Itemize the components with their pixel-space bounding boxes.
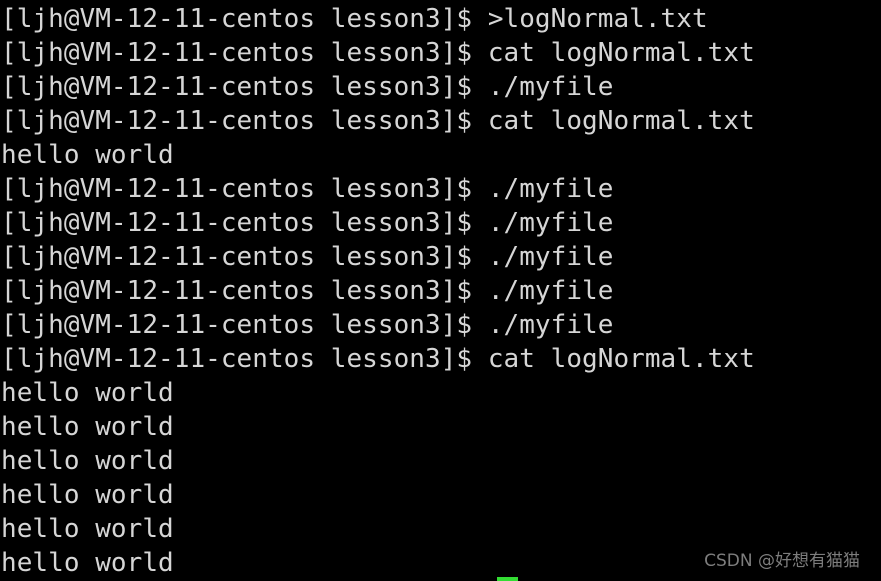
terminal-prompt-line: [ljh@VM-12-11-centos lesson3]$ ./myfile bbox=[0, 70, 881, 104]
shell-command: cat logNormal.txt bbox=[487, 38, 755, 68]
terminal-prompt-line: [ljh@VM-12-11-centos lesson3]$ ./myfile bbox=[0, 206, 881, 240]
terminal-prompt-line: [ljh@VM-12-11-centos lesson3]$ >logNorma… bbox=[0, 2, 881, 36]
terminal-output-line: hello world bbox=[0, 444, 881, 478]
terminal-output-line: hello world bbox=[0, 376, 881, 410]
shell-command: cat logNormal.txt bbox=[487, 344, 755, 374]
shell-prompt: [ljh@VM-12-11-centos lesson3]$ bbox=[1, 38, 488, 68]
shell-prompt: [ljh@VM-12-11-centos lesson3]$ bbox=[1, 4, 488, 34]
shell-command: ./myfile bbox=[487, 208, 614, 238]
shell-prompt: [ljh@VM-12-11-centos lesson3]$ bbox=[1, 72, 488, 102]
shell-prompt: [ljh@VM-12-11-centos lesson3]$ bbox=[1, 106, 488, 136]
shell-command: cat logNormal.txt bbox=[487, 106, 755, 136]
shell-command: >logNormal.txt bbox=[487, 4, 708, 34]
shell-command: ./myfile bbox=[487, 310, 614, 340]
shell-prompt: [ljh@VM-12-11-centos lesson3]$ bbox=[1, 174, 488, 204]
terminal-prompt-line: [ljh@VM-12-11-centos lesson3]$ ./myfile bbox=[0, 172, 881, 206]
shell-command: ./myfile bbox=[487, 174, 614, 204]
text-cursor-icon bbox=[497, 577, 518, 581]
terminal-prompt-line: [ljh@VM-12-11-centos lesson3]$ ./myfile bbox=[0, 240, 881, 274]
terminal-screen[interactable]: [ljh@VM-12-11-centos lesson3]$ >logNorma… bbox=[0, 0, 881, 580]
terminal-output-line: hello world bbox=[0, 138, 881, 172]
csdn-watermark: CSDN @好想有猫猫 bbox=[704, 551, 860, 571]
terminal-output-text: hello world bbox=[1, 480, 174, 510]
shell-prompt: [ljh@VM-12-11-centos lesson3]$ bbox=[1, 310, 488, 340]
terminal-prompt-line: [ljh@VM-12-11-centos lesson3]$ cat logNo… bbox=[0, 342, 881, 376]
terminal-prompt-line: [ljh@VM-12-11-centos lesson3]$ ./myfile bbox=[0, 308, 881, 342]
terminal-output-text: hello world bbox=[1, 446, 174, 476]
terminal-output-line: hello world bbox=[0, 512, 881, 546]
terminal-output-text: hello world bbox=[1, 412, 174, 442]
terminal-prompt-line: [ljh@VM-12-11-centos lesson3]$ cat logNo… bbox=[0, 36, 881, 70]
terminal-output-line: hello world bbox=[0, 410, 881, 444]
terminal-output-text: hello world bbox=[1, 548, 174, 578]
terminal-output-text: hello world bbox=[1, 140, 174, 170]
shell-prompt: [ljh@VM-12-11-centos lesson3]$ bbox=[1, 208, 488, 238]
shell-command: ./myfile bbox=[487, 242, 614, 272]
shell-prompt: [ljh@VM-12-11-centos lesson3]$ bbox=[1, 276, 488, 306]
shell-command: ./myfile bbox=[487, 72, 614, 102]
terminal-output-line: hello world bbox=[0, 478, 881, 512]
shell-prompt: [ljh@VM-12-11-centos lesson3]$ bbox=[1, 242, 488, 272]
shell-command: ./myfile bbox=[487, 276, 614, 306]
terminal-output-text: hello world bbox=[1, 514, 174, 544]
terminal-window[interactable]: [ljh@VM-12-11-centos lesson3]$ >logNorma… bbox=[0, 0, 881, 581]
terminal-prompt-line: [ljh@VM-12-11-centos lesson3]$ cat logNo… bbox=[0, 104, 881, 138]
shell-prompt: [ljh@VM-12-11-centos lesson3]$ bbox=[1, 344, 488, 374]
terminal-output-text: hello world bbox=[1, 378, 174, 408]
terminal-prompt-line: [ljh@VM-12-11-centos lesson3]$ ./myfile bbox=[0, 274, 881, 308]
